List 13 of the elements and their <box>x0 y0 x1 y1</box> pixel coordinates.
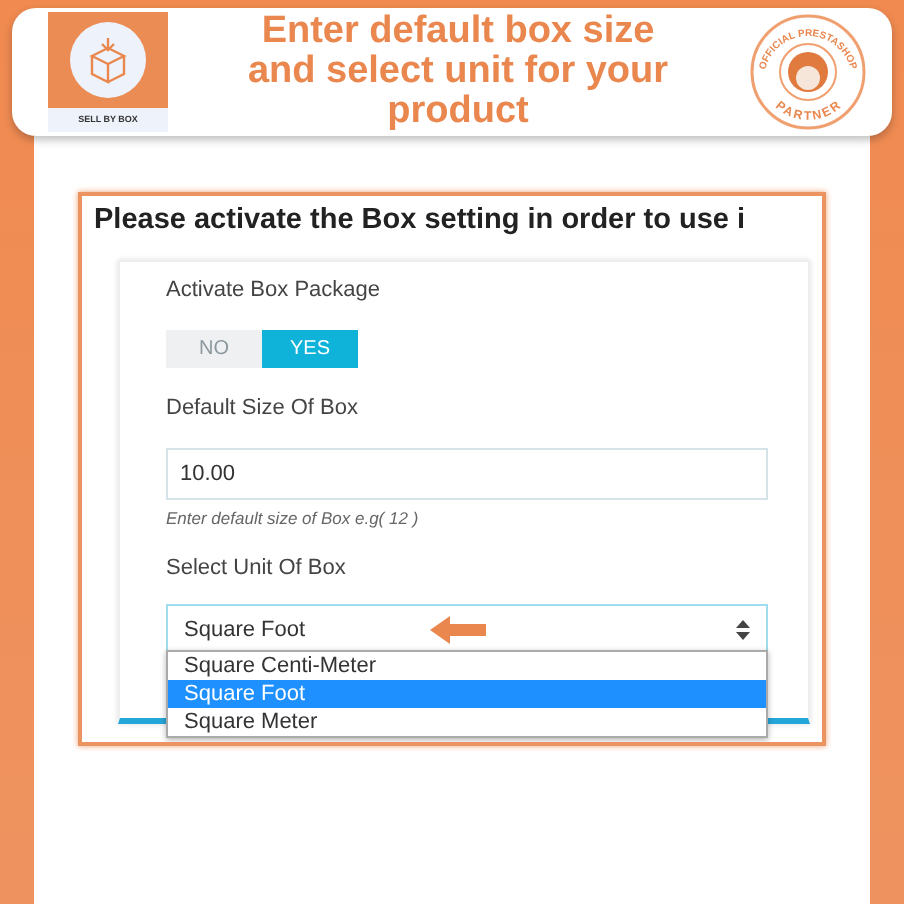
banner-title: Enter default box size and select unit for your product <box>245 12 671 132</box>
selected-value: Square Foot <box>184 618 306 642</box>
section-heading: Please activate the Box setting in order to use i <box>94 204 748 236</box>
sort-caret-icon <box>736 620 750 640</box>
field-label: Activate Box Package <box>166 278 383 302</box>
field-label: Select Unit Of Box <box>166 556 348 580</box>
size-input-field[interactable]: 10.00 <box>166 448 768 500</box>
box-icon <box>70 22 146 98</box>
help-text: Enter default size of Box e.g( 12 ) <box>166 508 421 528</box>
dropdown-option[interactable]: Square Meter <box>168 708 766 736</box>
field-label: Default Size Of Box <box>166 396 360 420</box>
dropdown-option[interactable]: Square Centi-Meter <box>168 652 766 680</box>
pointer-arrow-icon <box>429 616 486 644</box>
